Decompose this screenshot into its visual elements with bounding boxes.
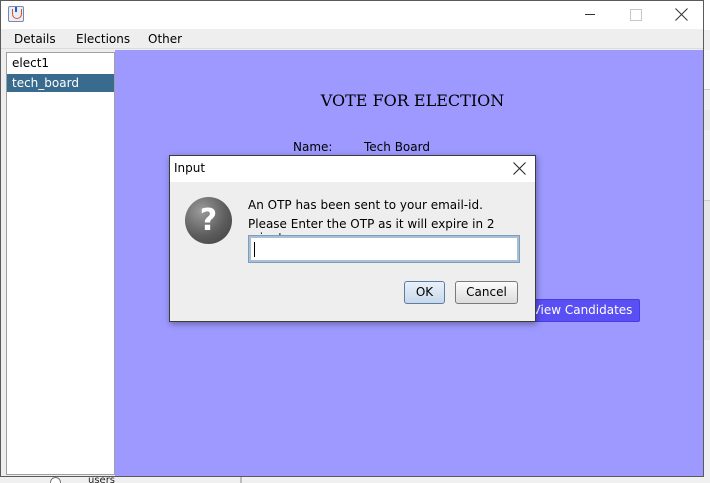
dialog-close-button[interactable] <box>504 156 535 182</box>
name-value: Tech Board <box>364 140 430 154</box>
background-panel-strip <box>704 50 710 90</box>
otp-input-dialog: Input ? An OTP has been sent to your ema… <box>169 155 536 322</box>
close-icon <box>513 162 526 175</box>
dialog-message-line1: An OTP has been sent to your email-id. <box>248 198 483 212</box>
minimize-button[interactable] <box>566 1 612 29</box>
name-label: Name: <box>293 140 333 154</box>
cancel-button[interactable]: Cancel <box>455 281 518 304</box>
list-item-tech-board[interactable]: tech_board <box>7 74 114 92</box>
view-candidates-button[interactable]: View Candidates <box>525 299 640 322</box>
elections-list: elect1 tech_board <box>6 52 115 475</box>
java-app-icon <box>8 6 24 22</box>
menu-details[interactable]: Details <box>14 31 56 47</box>
background-panel-strip <box>704 200 710 340</box>
page-title: VOTE FOR ELECTION <box>320 91 505 110</box>
question-icon: ? <box>185 197 232 244</box>
background-app-bottom: users <box>0 476 710 483</box>
text-caret <box>254 242 255 257</box>
menu-bar: Details Elections Other <box>1 29 703 49</box>
list-item-elect1[interactable]: elect1 <box>7 54 114 72</box>
dialog-title-bar[interactable]: Input <box>170 156 535 182</box>
maximize-button[interactable] <box>612 1 658 29</box>
tree-node-icon <box>50 477 61 483</box>
dialog-title: Input <box>174 161 206 175</box>
title-bar[interactable] <box>1 1 703 29</box>
background-divider <box>240 476 242 483</box>
otp-input[interactable] <box>248 235 520 263</box>
ok-button[interactable]: OK <box>404 281 445 304</box>
menu-other[interactable]: Other <box>148 31 182 47</box>
background-panel-strip <box>704 110 710 130</box>
menu-elections[interactable]: Elections <box>76 31 130 47</box>
background-tree-item-label: users <box>88 475 116 483</box>
close-icon <box>675 8 688 21</box>
close-window-button[interactable] <box>658 1 704 29</box>
